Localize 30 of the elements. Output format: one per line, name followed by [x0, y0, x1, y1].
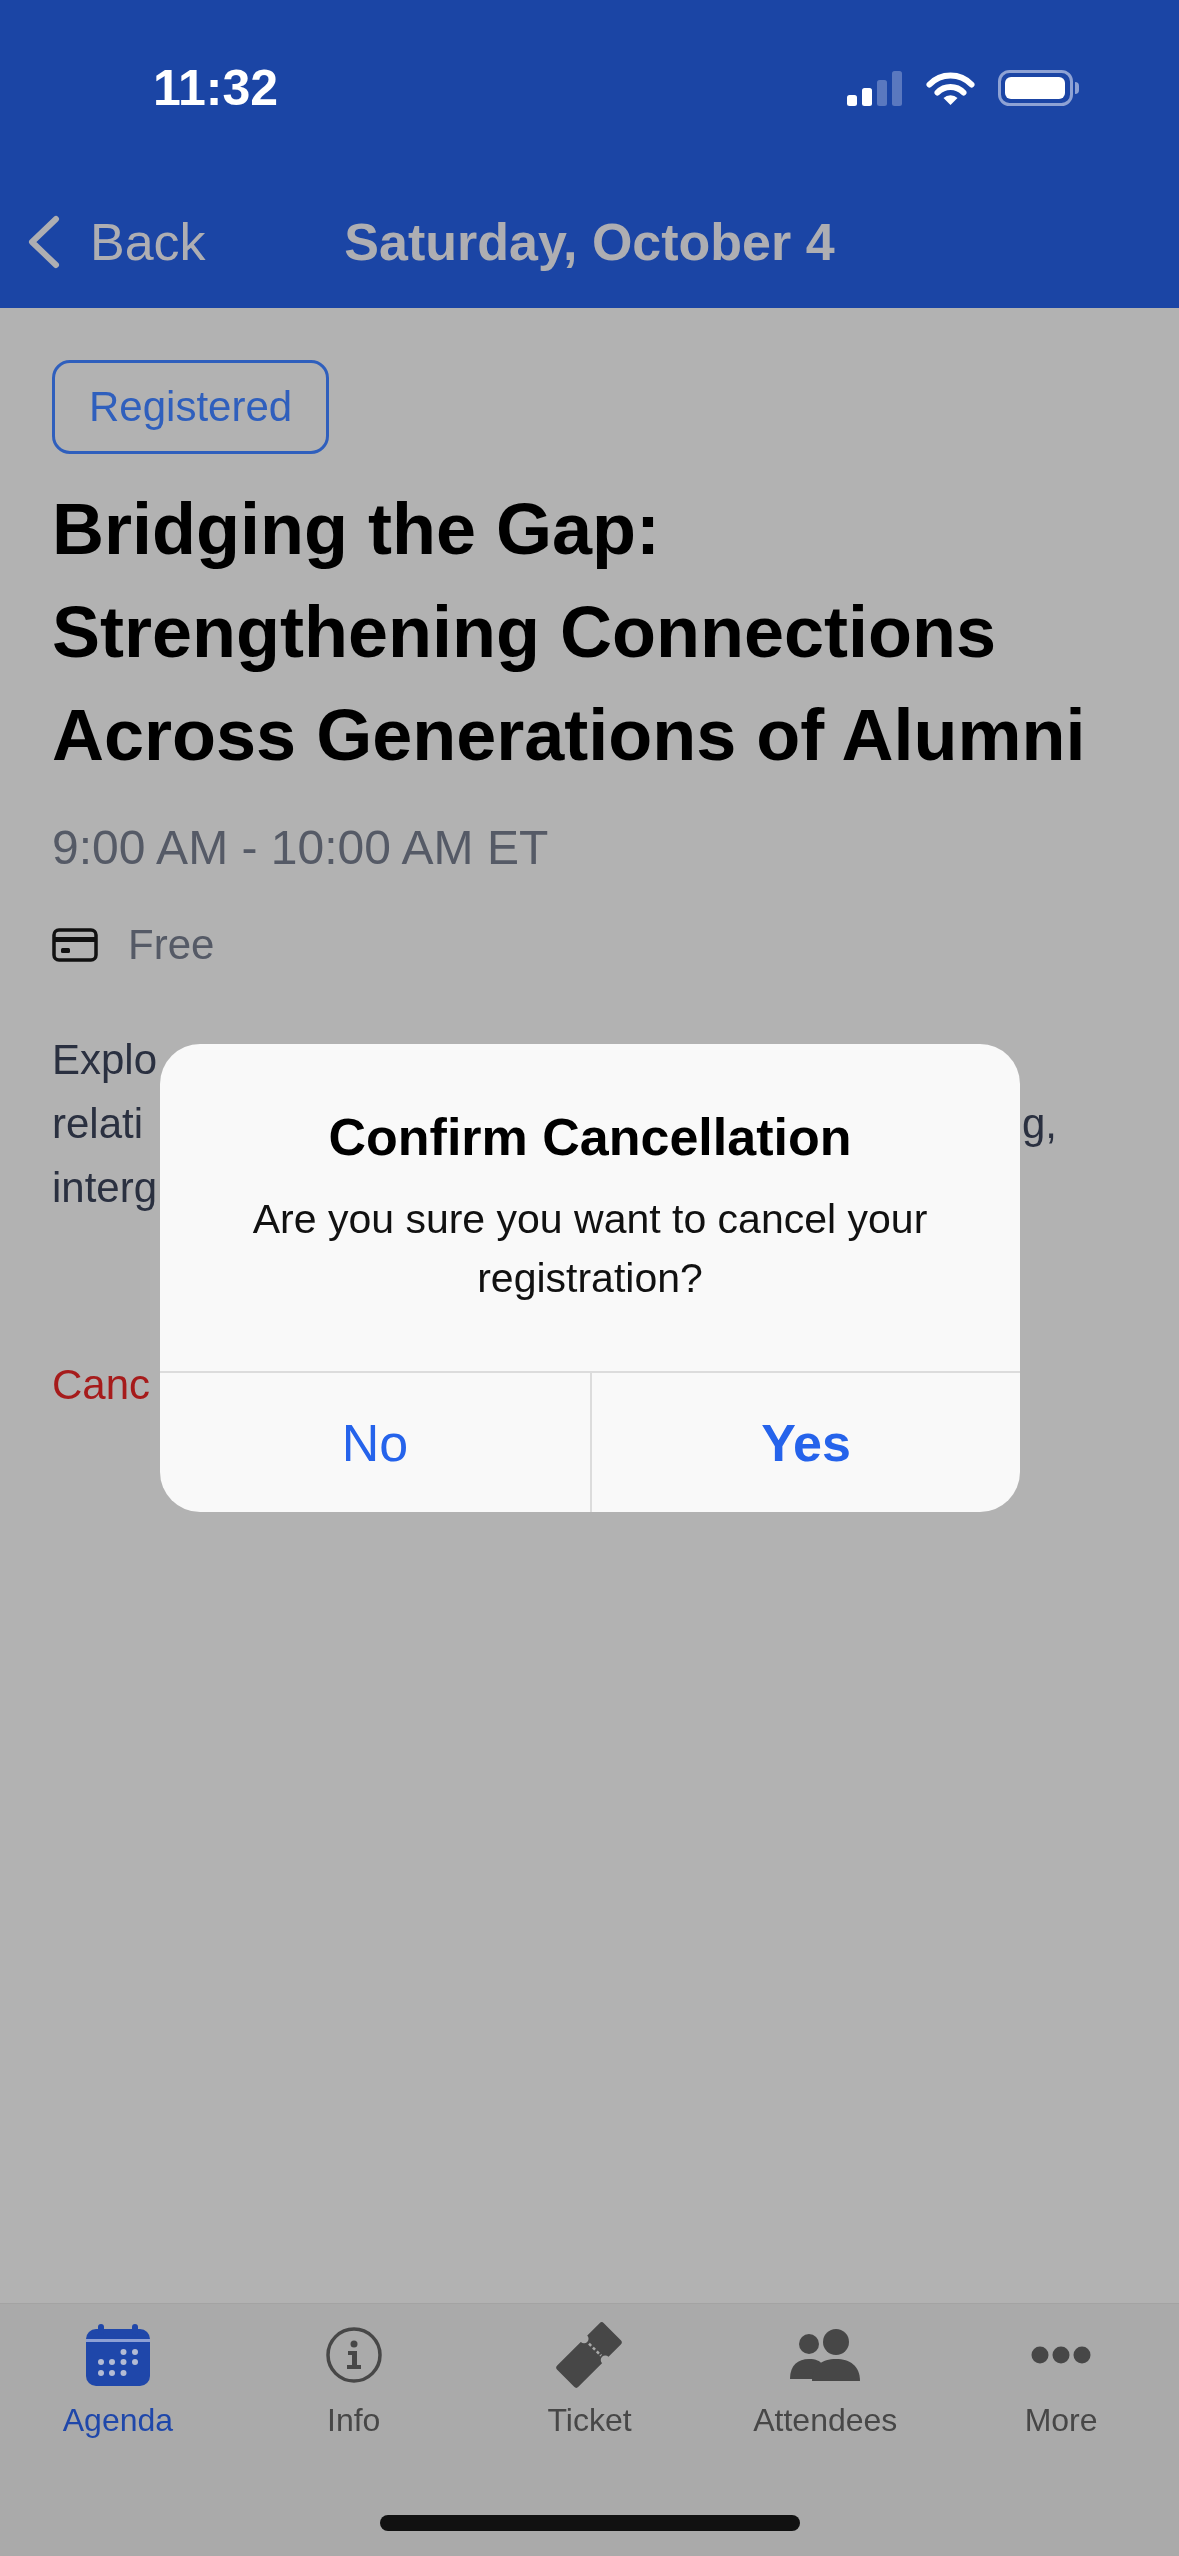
dialog-message: Are you sure you want to cancel your registration?	[251, 1195, 929, 1303]
status-time: 11:32	[153, 59, 279, 118]
price-text: Free	[128, 920, 215, 970]
description-text: Explo	[52, 1035, 158, 1085]
dialog-title: Confirm Cancellation	[328, 1107, 852, 1168]
more-icon	[1031, 2346, 1092, 2364]
battery-icon	[998, 70, 1080, 106]
event-title: Bridging the Gap: Strengthening Connections Across Generations of Alumni	[52, 488, 1087, 777]
signal-icon	[847, 70, 903, 106]
tab-item[interactable]: Agenda	[0, 2304, 236, 2440]
back-button[interactable]: Back	[26, 210, 206, 274]
tab-item[interactable]: More	[943, 2304, 1179, 2440]
description-text: relati	[52, 1099, 144, 1149]
description-text: interg	[52, 1163, 158, 1213]
dialog-button[interactable]: Yes	[590, 1373, 1020, 1512]
tab-item[interactable]: Ticket	[471, 2304, 708, 2440]
tab-item[interactable]: Info	[235, 2304, 472, 2440]
info-icon	[325, 2327, 382, 2383]
wifi-icon	[925, 70, 976, 106]
cancel-link[interactable]: Canc	[52, 1353, 151, 1417]
tab-item[interactable]: Attendees	[707, 2304, 944, 2440]
credit-card-icon	[52, 928, 98, 962]
status-badge: Registered	[52, 360, 330, 454]
chevron-left-icon	[26, 215, 60, 269]
calendar-icon	[85, 2324, 150, 2386]
nav-title: Saturday, October 4	[344, 212, 835, 273]
description-text: g,	[1021, 1099, 1058, 1149]
people-icon	[790, 2329, 861, 2381]
dialog-button[interactable]: No	[160, 1373, 590, 1512]
event-time: 9:00 AM - 10:00 AM ET	[52, 820, 549, 876]
